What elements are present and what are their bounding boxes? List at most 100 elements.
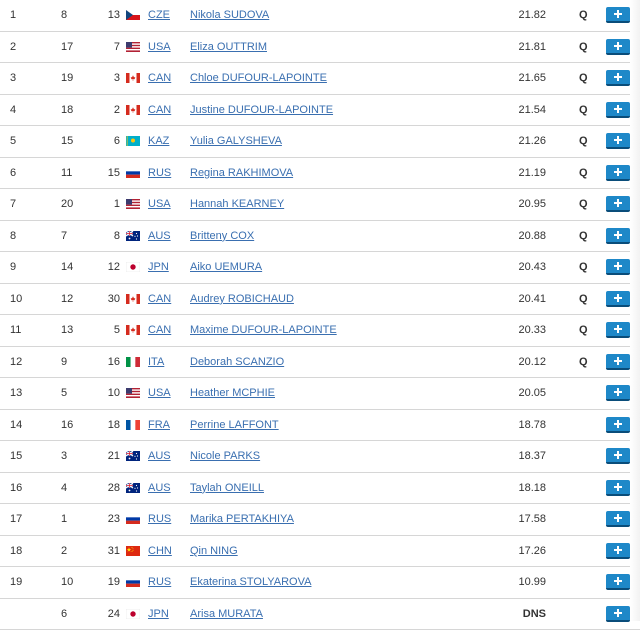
nation-link[interactable]: JPN <box>148 608 169 620</box>
athlete-link[interactable]: Britteny COX <box>190 230 254 242</box>
nation-link[interactable]: CAN <box>148 104 171 116</box>
athlete-link[interactable]: Deborah SCANZIO <box>190 356 284 368</box>
expand-button[interactable] <box>606 322 630 338</box>
athlete-link[interactable]: Audrey ROBICHAUD <box>190 293 294 305</box>
score-cell: 21.65 <box>480 72 546 84</box>
athlete-link[interactable]: Justine DUFOUR-LAPOINTE <box>190 104 333 116</box>
qualified-marker: Q <box>579 198 588 210</box>
score-cell: 20.95 <box>480 198 546 210</box>
expand-button[interactable] <box>606 70 630 86</box>
nation-link[interactable]: RUS <box>148 576 171 588</box>
nation-link[interactable]: CAN <box>148 324 171 336</box>
expand-button[interactable] <box>606 133 630 149</box>
bib-cell: 4 <box>61 482 67 494</box>
expand-button[interactable] <box>606 7 630 23</box>
expand-button[interactable] <box>606 606 630 622</box>
nation-link[interactable]: KAZ <box>148 135 169 147</box>
score-cell: 20.88 <box>480 230 546 242</box>
rank-cell: 18 <box>10 545 22 557</box>
table-row: 12916ITADeborah SCANZIO20.12Q <box>0 347 640 379</box>
athlete-link[interactable]: Eliza OUTTRIM <box>190 41 267 53</box>
score-cell: 10.99 <box>480 576 546 588</box>
athlete-link[interactable]: Perrine LAFFONT <box>190 419 279 431</box>
table-row: 4182CANJustine DUFOUR-LAPOINTE21.54Q <box>0 95 640 127</box>
expand-button[interactable] <box>606 354 630 370</box>
table-row: 141618FRAPerrine LAFFONT18.78 <box>0 410 640 442</box>
nation-link[interactable]: CAN <box>148 72 171 84</box>
table-row: 1813CZENikola SUDOVA21.82Q <box>0 0 640 32</box>
bib-cell: 5 <box>61 387 67 399</box>
expand-button[interactable] <box>606 574 630 590</box>
nation-link[interactable]: FRA <box>148 419 170 431</box>
expand-button[interactable] <box>606 448 630 464</box>
start-order-cell: 3 <box>104 72 120 84</box>
nation-link[interactable]: USA <box>148 387 171 399</box>
rus-flag-icon <box>126 577 140 587</box>
table-row: 191019RUSEkaterina STOLYAROVA10.99 <box>0 567 640 599</box>
nation-link[interactable]: RUS <box>148 167 171 179</box>
expand-button[interactable] <box>606 165 630 181</box>
expand-button[interactable] <box>606 228 630 244</box>
qualified-marker: Q <box>579 135 588 147</box>
athlete-link[interactable]: Ekaterina STOLYAROVA <box>190 576 311 588</box>
athlete-link[interactable]: Heather MCPHIE <box>190 387 275 399</box>
start-order-cell: 5 <box>104 324 120 336</box>
athlete-link[interactable]: Maxime DUFOUR-LAPOINTE <box>190 324 337 336</box>
nation-link[interactable]: USA <box>148 198 171 210</box>
rank-cell: 10 <box>10 293 22 305</box>
expand-button[interactable] <box>606 385 630 401</box>
expand-button[interactable] <box>606 480 630 496</box>
table-row: 15321AUSNicole PARKS18.37 <box>0 441 640 473</box>
expand-button[interactable] <box>606 417 630 433</box>
table-row: 101230CANAudrey ROBICHAUD20.41Q <box>0 284 640 316</box>
fra-flag-icon <box>126 420 140 430</box>
rank-cell: 9 <box>10 261 16 273</box>
rus-flag-icon <box>126 168 140 178</box>
athlete-link[interactable]: Yulia GALYSHEVA <box>190 135 282 147</box>
aus-flag-icon <box>126 231 140 241</box>
start-order-cell: 19 <box>104 576 120 588</box>
start-order-cell: 30 <box>104 293 120 305</box>
athlete-link[interactable]: Taylah ONEILL <box>190 482 264 494</box>
nation-link[interactable]: AUS <box>148 482 171 494</box>
expand-button[interactable] <box>606 259 630 275</box>
expand-button[interactable] <box>606 291 630 307</box>
athlete-link[interactable]: Hannah KEARNEY <box>190 198 284 210</box>
score-cell: 18.78 <box>480 419 546 431</box>
athlete-link[interactable]: Regina RAKHIMOVA <box>190 167 293 179</box>
athlete-link[interactable]: Nikola SUDOVA <box>190 9 269 21</box>
nation-link[interactable]: JPN <box>148 261 169 273</box>
nation-link[interactable]: ITA <box>148 356 164 368</box>
rank-cell: 3 <box>10 72 16 84</box>
nation-link[interactable]: CAN <box>148 293 171 305</box>
expand-button[interactable] <box>606 102 630 118</box>
nation-link[interactable]: AUS <box>148 450 171 462</box>
score-cell: 20.41 <box>480 293 546 305</box>
athlete-link[interactable]: Aiko UEMURA <box>190 261 262 273</box>
expand-button[interactable] <box>606 543 630 559</box>
athlete-link[interactable]: Qin NING <box>190 545 238 557</box>
nation-link[interactable]: CHN <box>148 545 172 557</box>
qualified-marker: Q <box>579 104 588 116</box>
table-row: 61115RUSRegina RAKHIMOVA21.19Q <box>0 158 640 190</box>
usa-flag-icon <box>126 42 140 52</box>
table-row: 13510USAHeather MCPHIE20.05 <box>0 378 640 410</box>
table-row: 624JPNArisa MURATADNS <box>0 599 640 630</box>
bib-cell: 7 <box>61 230 67 242</box>
expand-button[interactable] <box>606 39 630 55</box>
nation-link[interactable]: USA <box>148 41 171 53</box>
nation-link[interactable]: AUS <box>148 230 171 242</box>
nation-link[interactable]: CZE <box>148 9 170 21</box>
expand-button[interactable] <box>606 196 630 212</box>
nation-link[interactable]: RUS <box>148 513 171 525</box>
athlete-link[interactable]: Nicole PARKS <box>190 450 260 462</box>
athlete-link[interactable]: Arisa MURATA <box>190 608 263 620</box>
page-edge <box>630 0 640 621</box>
score-cell: 18.37 <box>480 450 546 462</box>
cze-flag-icon <box>126 10 140 20</box>
kaz-flag-icon <box>126 136 140 146</box>
expand-button[interactable] <box>606 511 630 527</box>
table-row: 7201USAHannah KEARNEY20.95Q <box>0 189 640 221</box>
athlete-link[interactable]: Chloe DUFOUR-LAPOINTE <box>190 72 327 84</box>
athlete-link[interactable]: Marika PERTAKHIYA <box>190 513 294 525</box>
